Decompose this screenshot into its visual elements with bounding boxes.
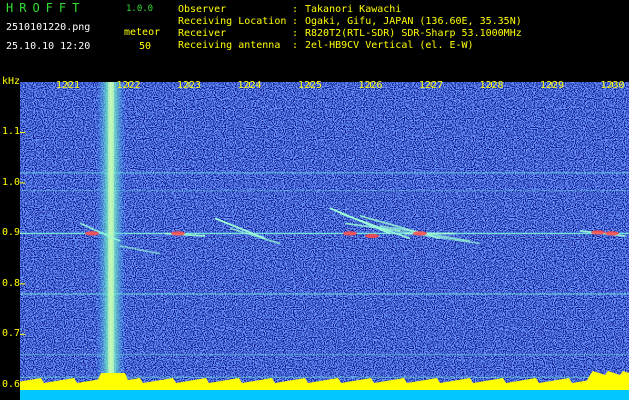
echo-peak <box>591 230 605 235</box>
info-separator: : <box>292 16 299 27</box>
x-tick-label: 1228 <box>479 80 504 91</box>
x-tick-label: 1229 <box>539 80 565 91</box>
echo-peak <box>85 231 99 236</box>
x-tick-label: 1221 <box>55 80 81 91</box>
level-baseline <box>20 390 629 400</box>
x-tick-label: 1225 <box>297 80 323 91</box>
info-separator: : <box>292 28 299 39</box>
mode-label: meteor <box>124 27 161 38</box>
echo-peak <box>413 231 427 236</box>
info-separator: : <box>292 40 299 51</box>
datetime: 25.10.10 12:20 <box>6 41 91 52</box>
app-title: HROFFT <box>6 1 86 15</box>
y-tick-label: 0.7 <box>2 328 21 340</box>
x-tick-label: 1222 <box>116 80 141 91</box>
info-value-location: Ogaki, Gifu, JAPAN (136.60E, 35.35N) <box>305 16 522 27</box>
echo-peak <box>605 231 619 236</box>
header-panel: HROFFT 1.0.0 2510101220.png 25.10.10 12:… <box>0 0 629 74</box>
x-tick-label: 1227 <box>418 80 444 91</box>
echo-peak <box>365 233 379 239</box>
info-key-location: Receiving Location <box>178 16 287 27</box>
y-tick-label: 0.9 <box>2 227 21 239</box>
y-tick-label: 0.6 <box>2 378 21 390</box>
x-tick-label: 1223 <box>176 80 202 91</box>
info-key-receiver: Receiver <box>178 28 227 39</box>
info-key-antenna: Receiving antenna <box>178 40 281 51</box>
y-axis-unit: kHz <box>2 76 21 87</box>
x-tick-label: 1230 <box>600 80 625 91</box>
y-tick-label: 1.0 <box>2 176 21 188</box>
y-tick-label: 1.1 <box>2 126 21 138</box>
file-name: 2510101220.png <box>6 22 91 33</box>
x-tick-label: 1226 <box>358 80 383 91</box>
echo-peak <box>343 231 357 236</box>
info-value-antenna: 2el-HB9CV Vertical (el. E-W) <box>305 40 474 51</box>
info-separator: : <box>292 4 299 15</box>
x-tick-label: 1224 <box>237 80 262 91</box>
info-value-observer: Takanori Kawachi <box>305 4 402 15</box>
broadband-core <box>108 82 114 400</box>
y-tick-label: 0.8 <box>2 277 21 289</box>
event-count: 50 <box>139 41 152 52</box>
spectrogram-plot <box>20 82 629 400</box>
app-version: 1.0.0 <box>126 4 154 14</box>
info-value-receiver: R820T2(RTL-SDR) SDR-Sharp 53.1000MHz <box>305 28 522 39</box>
info-key-observer: Observer <box>178 4 227 15</box>
echo-peak <box>171 231 185 236</box>
